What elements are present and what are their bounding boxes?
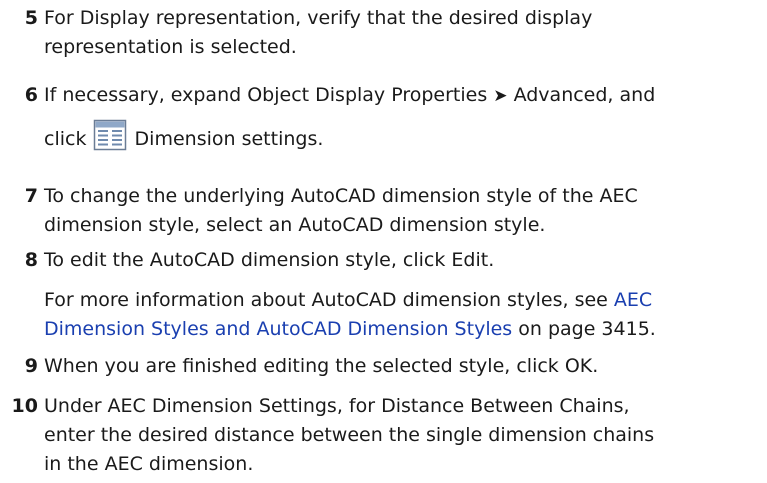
note-line: Dimension Styles and AutoCAD Dimension S…	[44, 315, 763, 344]
step-number: 5	[24, 7, 38, 29]
step-text-line: representation is selected.	[44, 36, 297, 58]
dimension-settings-icon	[93, 119, 126, 151]
step-number: 7	[24, 185, 38, 207]
step-9: 9 When you are finished editing the sele…	[25, 352, 759, 381]
note-text: on page 3415.	[518, 318, 656, 340]
step-text-line: For Display representation, verify that …	[44, 7, 593, 29]
step-number: 8	[24, 249, 38, 271]
step-5: 5 For Display representation, verify tha…	[25, 4, 759, 62]
step-number: 10	[11, 395, 38, 417]
menu-arrow-icon: ➤	[493, 86, 508, 106]
step-text-line: click Dimension settings.	[44, 119, 759, 154]
note-text: For more information about AutoCAD dimen…	[44, 289, 608, 311]
step-text-line: If necessary, expand Object Display Prop…	[44, 81, 759, 111]
step-10: 10 Under AEC Dimension Settings, for Dis…	[12, 392, 759, 479]
step-text-line: When you are finished editing the select…	[44, 355, 599, 377]
dimension-styles-link[interactable]: AEC	[614, 289, 652, 311]
step-7: 7 To change the underlying AutoCAD dimen…	[25, 182, 759, 240]
step-text: If necessary, expand Object Display Prop…	[44, 84, 488, 106]
document-page: 5 For Display representation, verify tha…	[0, 0, 767, 483]
info-note: For more information about AutoCAD dimen…	[44, 286, 763, 344]
step-text-line: in the AEC dimension.	[44, 453, 254, 475]
step-text-line: To change the underlying AutoCAD dimensi…	[44, 185, 638, 207]
step-text: Dimension settings.	[134, 128, 324, 150]
step-text: click	[44, 128, 87, 150]
step-number: 9	[24, 355, 38, 377]
step-text: Advanced, and	[513, 84, 656, 106]
note-line: For more information about AutoCAD dimen…	[44, 286, 763, 315]
dimension-styles-link[interactable]: Dimension Styles and AutoCAD Dimension S…	[44, 318, 512, 340]
step-8: 8 To edit the AutoCAD dimension style, c…	[25, 246, 759, 275]
step-6: 6 If necessary, expand Object Display Pr…	[25, 81, 759, 154]
step-text-line: dimension style, select an AutoCAD dimen…	[44, 214, 546, 236]
step-text-line: To edit the AutoCAD dimension style, cli…	[44, 249, 495, 271]
step-number: 6	[24, 84, 38, 106]
step-text-line: Under AEC Dimension Settings, for Distan…	[44, 395, 630, 417]
step-text-line: enter the desired distance between the s…	[44, 424, 655, 446]
